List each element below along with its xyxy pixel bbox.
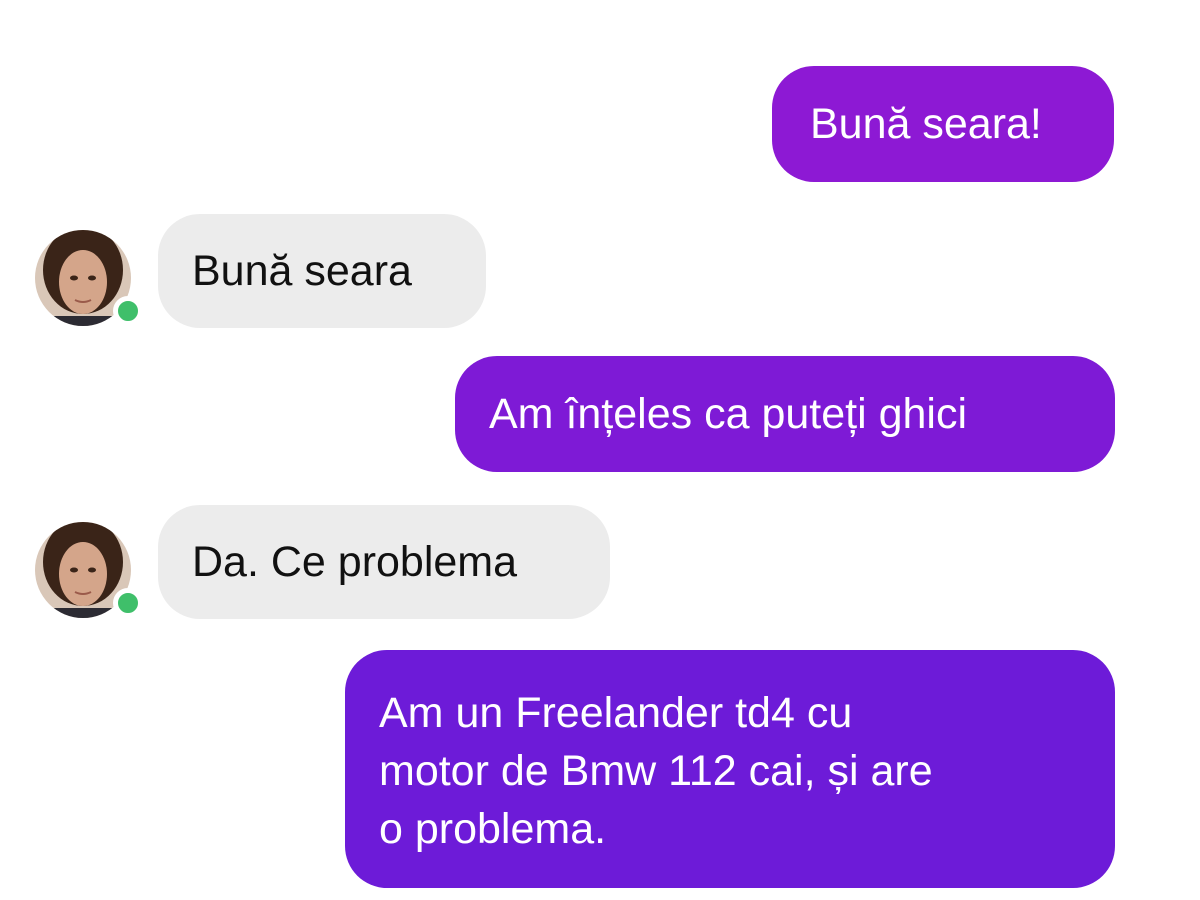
message-text: Bună seara [192, 247, 412, 295]
contact-avatar[interactable] [35, 522, 143, 618]
message-text-line: motor de Bmw 112 cai, și are [379, 747, 933, 795]
message-text: Am înțeles ca puteți ghici [489, 390, 968, 438]
online-status-dot [113, 588, 143, 618]
contact-avatar[interactable] [35, 230, 143, 326]
message-text-line: Am un Freelander td4 cu [379, 689, 853, 737]
message-text-line: o problema. [379, 805, 607, 853]
message-bubble-received[interactable]: Da. Ce problema [158, 505, 610, 619]
message-text: Da. Ce problema [192, 538, 518, 586]
message-bubble-sent[interactable]: Am înțeles ca puteți ghici [455, 356, 1115, 472]
message-text: Bună seara! [810, 100, 1042, 148]
online-status-dot [113, 296, 143, 326]
chat-thread: Bună seara! Bună seara Am înțeles ca put… [0, 0, 1200, 900]
message-bubble-received[interactable]: Bună seara [158, 214, 486, 328]
message-bubble-sent[interactable]: Bună seara! [772, 66, 1114, 182]
message-bubble-sent[interactable]: Am un Freelander td4 cu motor de Bmw 112… [345, 650, 1115, 888]
